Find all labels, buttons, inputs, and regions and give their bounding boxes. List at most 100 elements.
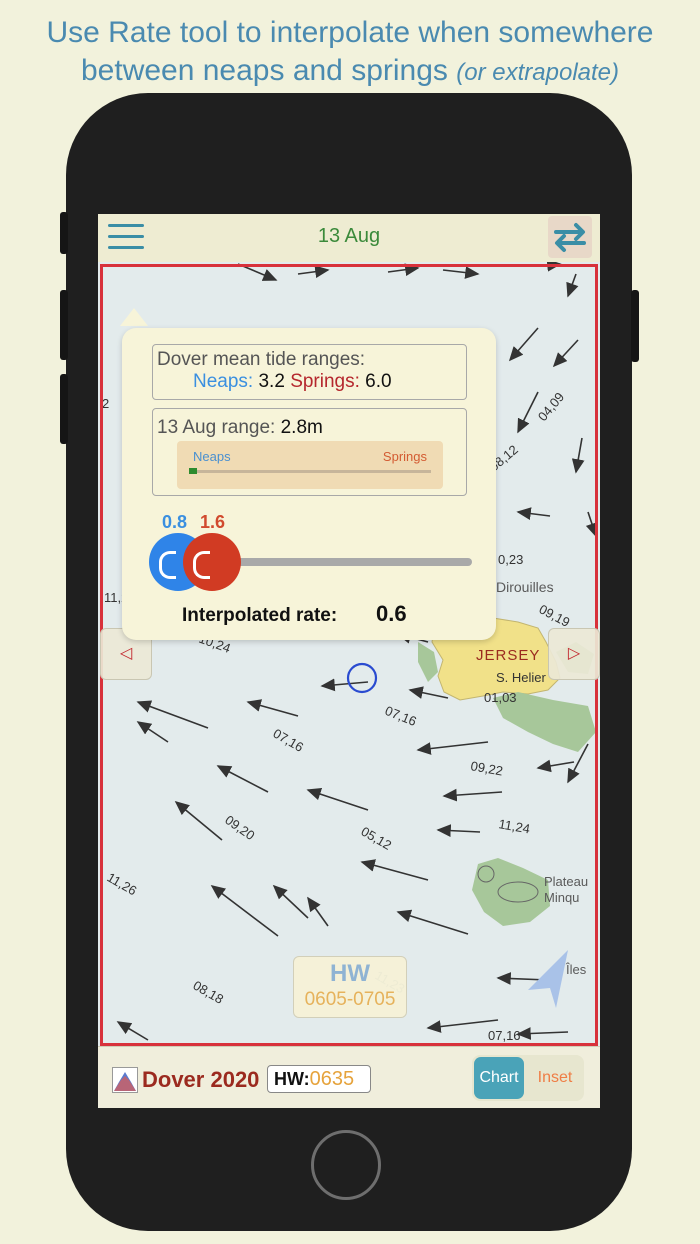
map-label: 05,12	[359, 824, 395, 853]
springs-value: 6.0	[365, 371, 392, 392]
map-label: 0,23	[498, 552, 523, 567]
map-label: 07,16	[271, 726, 307, 755]
current-location-marker	[346, 662, 378, 694]
hamburger-menu-icon[interactable]	[108, 222, 146, 254]
view-toggle: Chart Inset	[472, 1055, 584, 1101]
tidal-stream-chart[interactable]: JERSEY S. Helier Dirouilles Plateau Minqu Île…	[98, 262, 600, 1046]
next-hour-button[interactable]: ▷	[548, 628, 600, 680]
tidal-stream-arrow	[396, 909, 469, 935]
tidal-stream-arrow	[516, 1027, 569, 1040]
tidal-stream-arrow	[539, 262, 562, 272]
map-label: 11,24	[497, 816, 531, 836]
map-label: 04,09	[535, 389, 567, 424]
map-label: S. Helier	[496, 670, 547, 685]
tidal-stream-arrow	[571, 437, 585, 474]
tidal-stream-arrow	[408, 686, 449, 699]
neaps-value: 3.2	[258, 371, 285, 392]
map-label: Plateau	[544, 874, 588, 889]
bottom-bar: Dover 2020 HW:0635 Chart Inset	[98, 1046, 600, 1108]
map-label: Îles	[565, 962, 587, 977]
rate-slider-track[interactable]	[232, 558, 472, 566]
hw-time-box: HW 0605-0705	[293, 956, 407, 1018]
rate-tool-popup: Dover mean tide ranges: Neaps: 3.2 Sprin…	[122, 328, 496, 640]
springs-label: Springs:	[290, 371, 360, 392]
tab-chart[interactable]: Chart	[474, 1057, 524, 1099]
hw-field-value: 0635	[309, 1068, 355, 1090]
tidal-stream-arrow	[216, 765, 269, 793]
map-label: 11,26	[105, 870, 140, 899]
swap-arrows-icon	[554, 223, 586, 252]
tab-inset[interactable]: Inset	[528, 1057, 582, 1099]
popup-pointer	[120, 308, 148, 326]
day-range-box: 13 Aug range: 2.8m Neaps Springs	[152, 408, 467, 496]
neaps-rate-value: 0.8	[162, 512, 188, 532]
map-label: 01,03	[484, 690, 517, 705]
mean-ranges-title: Dover mean tide ranges:	[157, 349, 366, 370]
right-triangle-icon: ▷	[567, 645, 581, 662]
tide-chart-icon[interactable]	[112, 1067, 138, 1093]
mean-ranges-box: Dover mean tide ranges: Neaps: 3.2 Sprin…	[152, 344, 467, 400]
tidal-stream-arrow	[320, 678, 369, 692]
springs-rate-value: 1.6	[200, 512, 226, 532]
mean-ranges-values: Neaps: 3.2 Springs: 6.0	[193, 371, 392, 393]
hw-time-range: 0605-0705	[304, 989, 396, 1010]
caption-line2: between neaps and springs (or extrapolat…	[0, 52, 700, 92]
tidal-stream-arrow	[566, 273, 579, 298]
caption-line2-italic: (or extrapolate)	[456, 59, 620, 86]
tidal-stream-arrow	[174, 800, 223, 841]
map-label: 09,19	[537, 601, 573, 630]
range-bar: Neaps Springs	[177, 441, 443, 489]
tidal-stream-arrow	[536, 759, 575, 773]
tidal-stream-arrow	[508, 327, 539, 362]
hw-time-field[interactable]: HW:0635	[267, 1065, 371, 1093]
map-label: 07,16	[383, 703, 419, 729]
map-label: 07,16	[488, 1028, 521, 1043]
mute-switch	[60, 212, 68, 254]
tidal-stream-arrow	[307, 896, 329, 927]
tidal-stream-arrow	[442, 266, 480, 279]
map-label: Minqu	[544, 890, 579, 905]
hw-field-label: HW:	[274, 1069, 310, 1089]
interpolated-rate-label: Interpolated rate:	[182, 605, 338, 626]
tidal-stream-arrow	[237, 263, 278, 281]
tidal-stream-arrow	[516, 507, 551, 520]
day-range-value: 2.8m	[280, 417, 323, 438]
tidal-stream-arrow	[387, 263, 420, 277]
top-bar: 13 Aug	[98, 214, 600, 262]
power-button	[631, 290, 639, 362]
tidal-stream-arrow	[136, 721, 169, 743]
tidal-stream-arrow	[136, 700, 209, 729]
home-button[interactable]	[311, 1130, 381, 1200]
map-label: JERSEY	[476, 647, 540, 664]
station-name[interactable]: Dover 2020	[142, 1067, 259, 1093]
springs-rate-knob[interactable]	[183, 533, 241, 591]
hw-title: HW	[330, 960, 370, 987]
app-screen: 13 Aug JERSEY S. Helier Dirouilles Plate…	[98, 214, 600, 1108]
tidal-stream-arrow	[306, 787, 369, 811]
tidal-stream-arrow	[246, 699, 299, 717]
neaps-label: Neaps:	[193, 371, 254, 392]
left-triangle-icon: ◁	[119, 645, 133, 662]
tidal-stream-arrow	[436, 824, 481, 838]
tidal-stream-arrow	[517, 391, 539, 434]
tidal-stream-arrow	[272, 884, 309, 919]
tidal-stream-arrow	[210, 885, 279, 937]
day-range-row: 13 Aug range: 2.8m	[157, 417, 323, 439]
bar-neaps-label: Neaps	[193, 449, 231, 464]
plateau-minquiers	[472, 858, 550, 926]
volume-down-button	[60, 374, 68, 444]
tidal-stream-arrow	[116, 1021, 149, 1041]
range-bar-marker	[189, 468, 197, 474]
swap-button[interactable]	[548, 216, 592, 258]
bar-springs-label: Springs	[382, 449, 427, 464]
date-title: 13 Aug	[317, 225, 381, 247]
interpolated-rate-value: 0.6	[376, 601, 407, 626]
map-label: Dirouilles	[496, 579, 554, 595]
tidal-stream-arrow	[442, 788, 503, 802]
map-label: 09,22	[469, 758, 504, 778]
tidal-stream-arrow	[552, 339, 579, 368]
caption-line1: Use Rate tool to interpolate when somewh…	[46, 16, 654, 49]
volume-up-button	[60, 290, 68, 360]
tidal-stream-arrow	[297, 265, 330, 279]
map-label: 2	[102, 396, 109, 411]
